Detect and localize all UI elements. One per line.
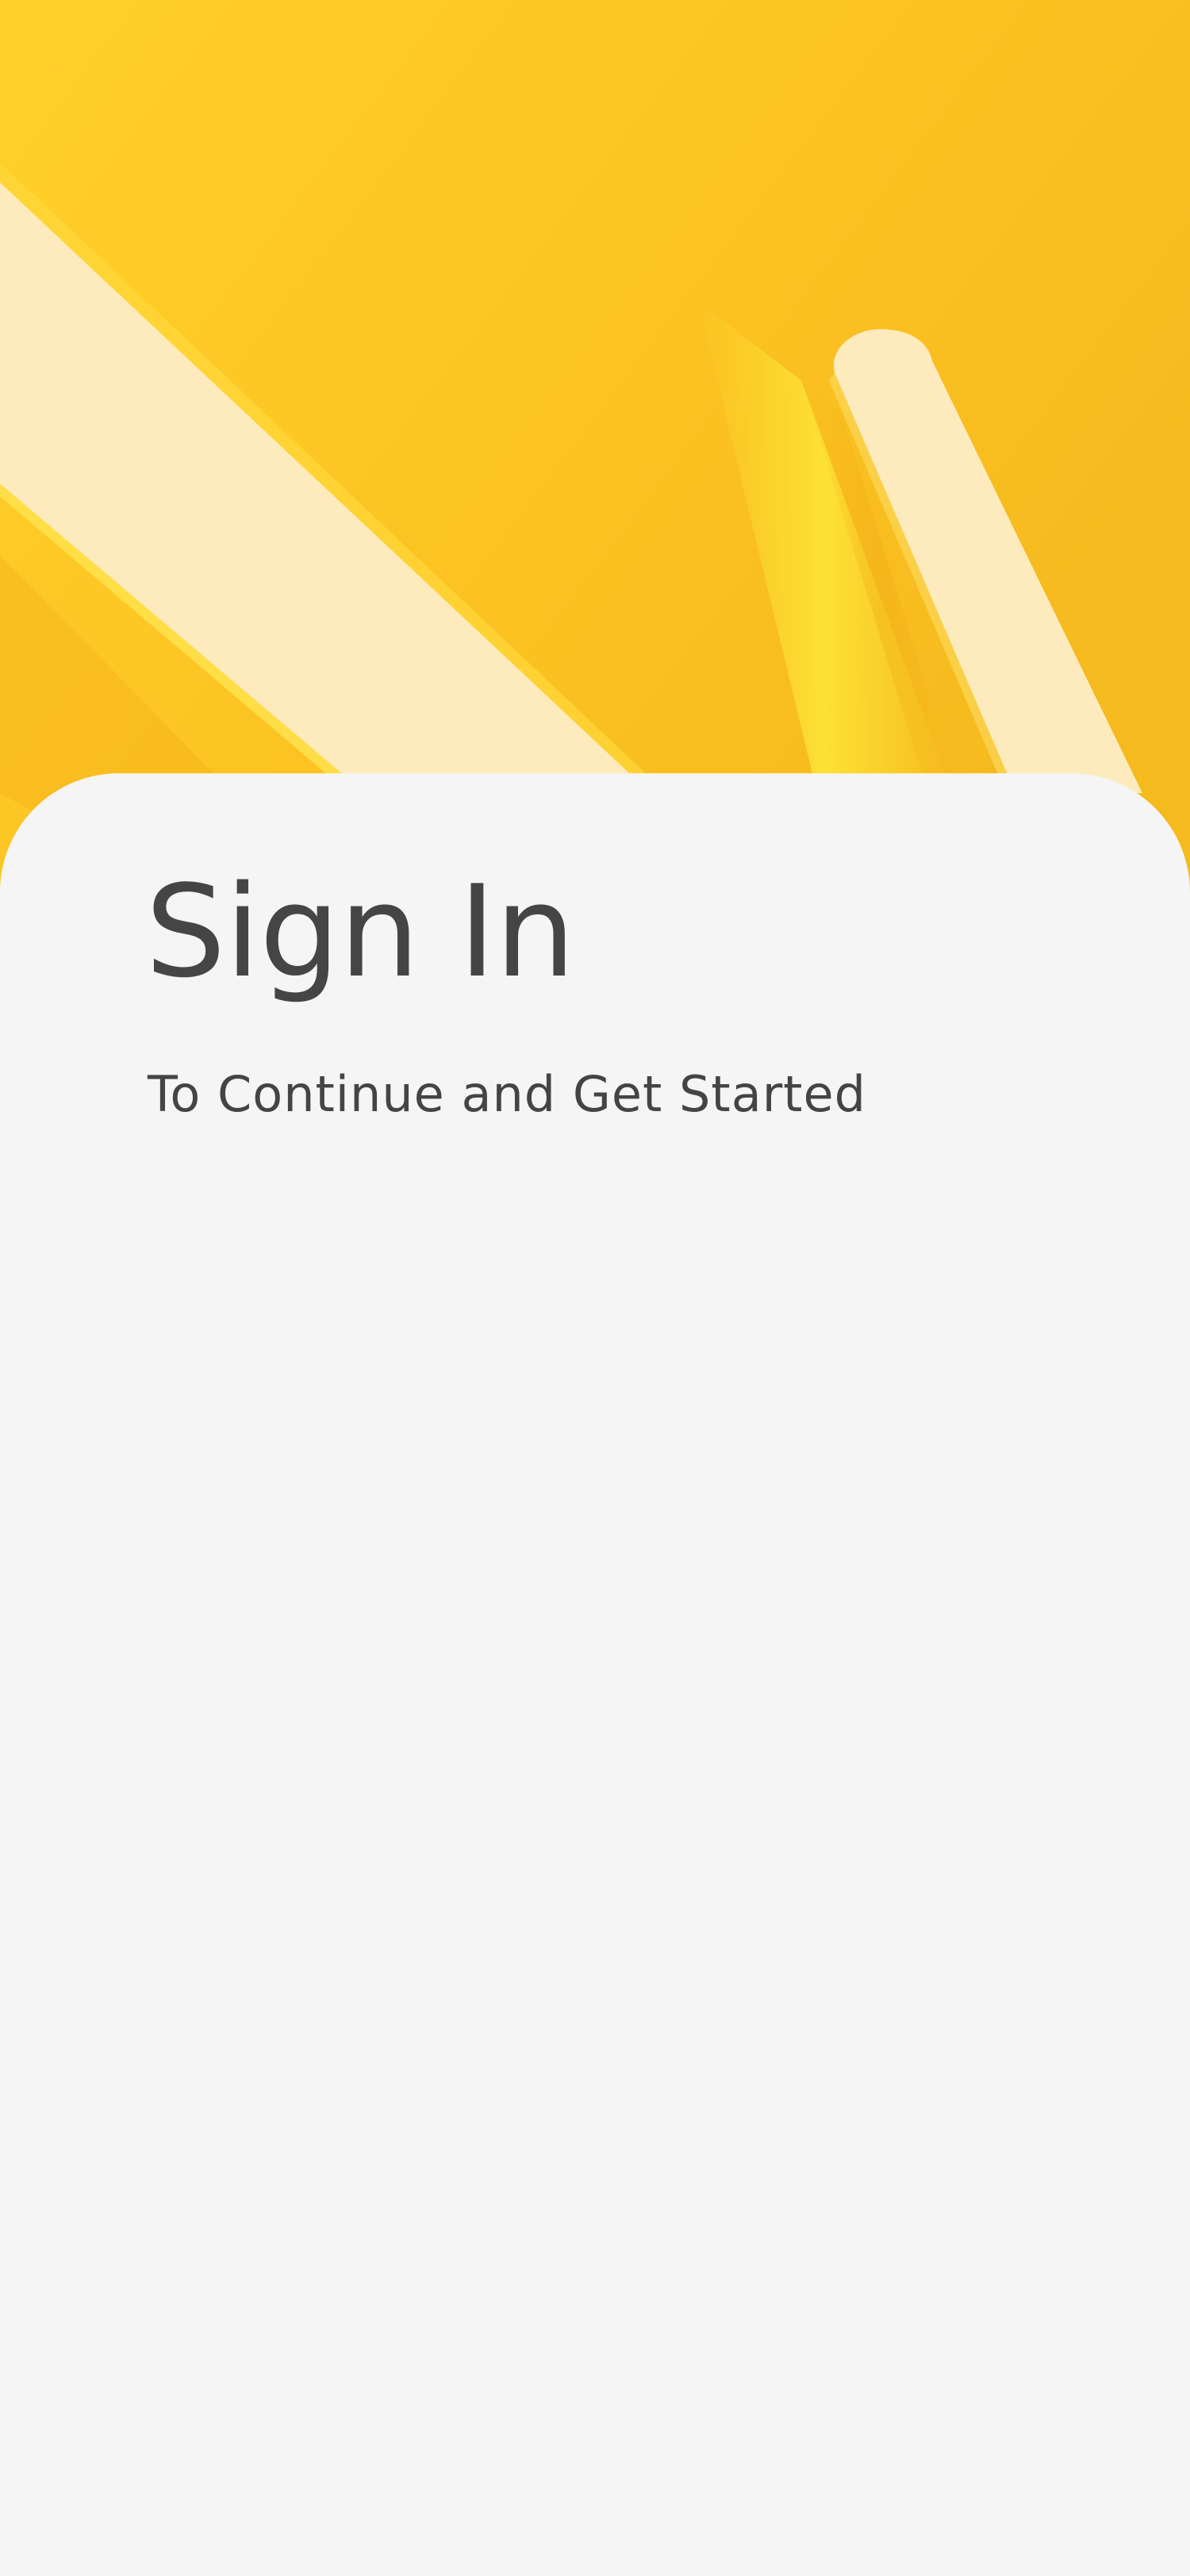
page-title: Sign In (145, 857, 575, 1006)
sign-in-card: Sign In To Continue and Get Started (0, 773, 1190, 2576)
sign-in-screen: Sign In To Continue and Get Started (0, 0, 1190, 2576)
page-subtitle: To Continue and Get Started (148, 1065, 866, 1123)
